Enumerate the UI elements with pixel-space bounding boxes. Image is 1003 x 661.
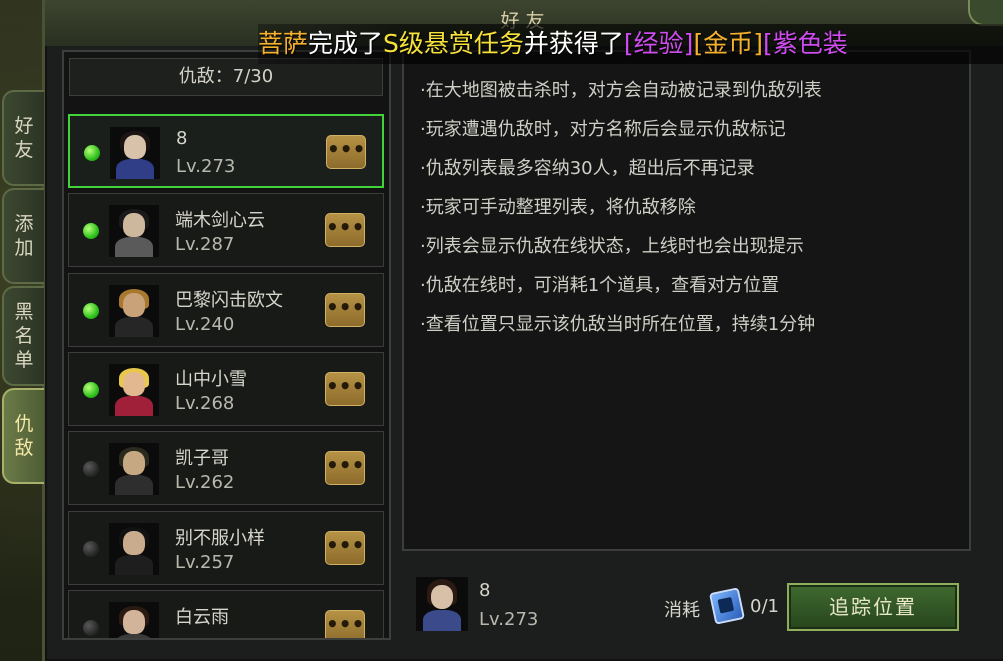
banner-segment: [金币] xyxy=(693,29,763,58)
tab-label: 好友 xyxy=(14,115,34,161)
selected-enemy-level: Lv.273 xyxy=(479,609,539,630)
system-notification-banner: 菩萨完成了S级悬赏任务并获得了[经验][金币][紫色装 xyxy=(258,24,1003,64)
cost-count: 0/1 xyxy=(750,596,779,617)
enemy-list-item[interactable]: 山中小雪 Lv.268 ••• xyxy=(68,351,384,426)
rule-text-line: ·查看位置只显示该仇敌当时所在位置，持续1分钟 xyxy=(420,314,816,335)
enemy-level: Lv.268 xyxy=(175,392,235,414)
more-options-button[interactable]: ••• xyxy=(325,609,365,638)
enemy-name: 山中小雪 xyxy=(175,368,247,390)
enemy-avatar xyxy=(109,205,159,258)
banner-segment: S级悬赏任务 xyxy=(383,29,524,58)
enemy-level: Lv.257 xyxy=(175,551,235,573)
enemy-avatar xyxy=(109,522,159,575)
enemy-name: 巴黎闪击欧文 xyxy=(175,289,283,311)
rule-text-line: ·列表会显示仇敌在线状态，上线时也会出现提示 xyxy=(420,236,804,257)
enemy-level: Lv.240 xyxy=(175,313,235,335)
track-position-button[interactable]: 追踪位置 xyxy=(787,583,959,631)
more-options-button[interactable]: ••• xyxy=(326,135,366,169)
more-options-button[interactable]: ••• xyxy=(325,213,365,248)
enemy-level: Lv.287 xyxy=(175,234,235,256)
rule-text-line: ·仇敌列表最多容纳30人，超出后不再记录 xyxy=(420,158,755,179)
enemy-list-item[interactable]: 白云雨 ••• xyxy=(68,589,384,638)
enemy-name: 别不服小样 xyxy=(175,527,265,549)
online-status-icon xyxy=(83,381,99,398)
enemy-list-item[interactable]: 凯子哥 Lv.262 ••• xyxy=(68,431,384,506)
online-status-icon xyxy=(83,223,99,240)
rule-text-line: ·玩家可手动整理列表，将仇敌移除 xyxy=(420,197,696,218)
online-status-icon xyxy=(84,145,100,161)
tab-friends[interactable]: 好友 xyxy=(2,90,44,186)
banner-segment: [紫色装 xyxy=(762,29,848,58)
offline-status-icon xyxy=(83,540,99,557)
banner-segment: 完成了 xyxy=(308,29,384,58)
tab-label: 仇敌 xyxy=(14,413,34,459)
offline-status-icon xyxy=(83,619,99,636)
banner-segment: 并获得了 xyxy=(523,29,624,58)
cost-label: 消耗 xyxy=(664,600,700,621)
tab-add[interactable]: 添加 xyxy=(2,188,44,284)
rule-text-line: ·玩家遭遇仇敌时，对方名称后会显示仇敌标记 xyxy=(420,119,786,140)
enemy-list-item[interactable]: 8 Lv.273 ••• xyxy=(68,114,384,188)
tab-label: 添加 xyxy=(14,213,34,259)
enemy-name: 8 xyxy=(176,128,188,149)
enemy-list-item[interactable]: 别不服小样 Lv.257 ••• xyxy=(68,510,384,585)
more-options-button[interactable]: ••• xyxy=(325,371,365,406)
rule-text-line: ·仇敌在线时，可消耗1个道具，查看对方位置 xyxy=(420,275,780,296)
enemy-avatar xyxy=(110,127,160,179)
enemy-level: Lv.262 xyxy=(175,472,235,494)
more-options-button[interactable]: ••• xyxy=(325,292,365,327)
more-options-button[interactable]: ••• xyxy=(325,530,365,565)
tab-enemies[interactable]: 仇敌 xyxy=(2,388,44,484)
enemy-avatar xyxy=(109,284,159,337)
locator-device-icon xyxy=(709,587,745,625)
enemy-avatar xyxy=(109,601,159,638)
enemy-level: Lv.273 xyxy=(176,156,236,177)
online-status-icon xyxy=(83,302,99,319)
enemy-list-item[interactable]: 巴黎闪击欧文 Lv.240 ••• xyxy=(68,272,384,347)
enemy-name: 白云雨 xyxy=(175,606,229,628)
banner-segment: [经验] xyxy=(623,29,694,58)
tab-label: 黑名单 xyxy=(14,301,34,371)
rule-text-line: ·在大地图被击杀时，对方会自动被记录到仇敌列表 xyxy=(420,80,822,101)
enemy-rules-panel: ·在大地图被击杀时，对方会自动被记录到仇敌列表 ·玩家遭遇仇敌时，对方名称后会显示… xyxy=(402,50,971,551)
selected-enemy-name: 8 xyxy=(479,580,491,601)
enemy-avatar xyxy=(109,363,159,416)
enemy-list-panel[interactable]: 仇敌：7/30 8 Lv.273 ••• 端木剑心云 Lv.287 ••• 巴黎闪击欧文 Lv… xyxy=(62,50,391,640)
enemy-list-item[interactable]: 端木剑心云 Lv.287 ••• xyxy=(68,193,384,268)
selected-enemy-avatar xyxy=(416,577,468,631)
enemy-avatar xyxy=(109,443,159,496)
more-options-button[interactable]: ••• xyxy=(325,451,365,486)
enemy-name: 端木剑心云 xyxy=(175,210,265,232)
tab-blacklist[interactable]: 黑名单 xyxy=(2,286,44,386)
offline-status-icon xyxy=(83,461,99,478)
banner-segment: 菩萨 xyxy=(258,29,309,58)
close-button[interactable] xyxy=(968,0,1003,26)
enemy-name: 凯子哥 xyxy=(175,448,229,470)
